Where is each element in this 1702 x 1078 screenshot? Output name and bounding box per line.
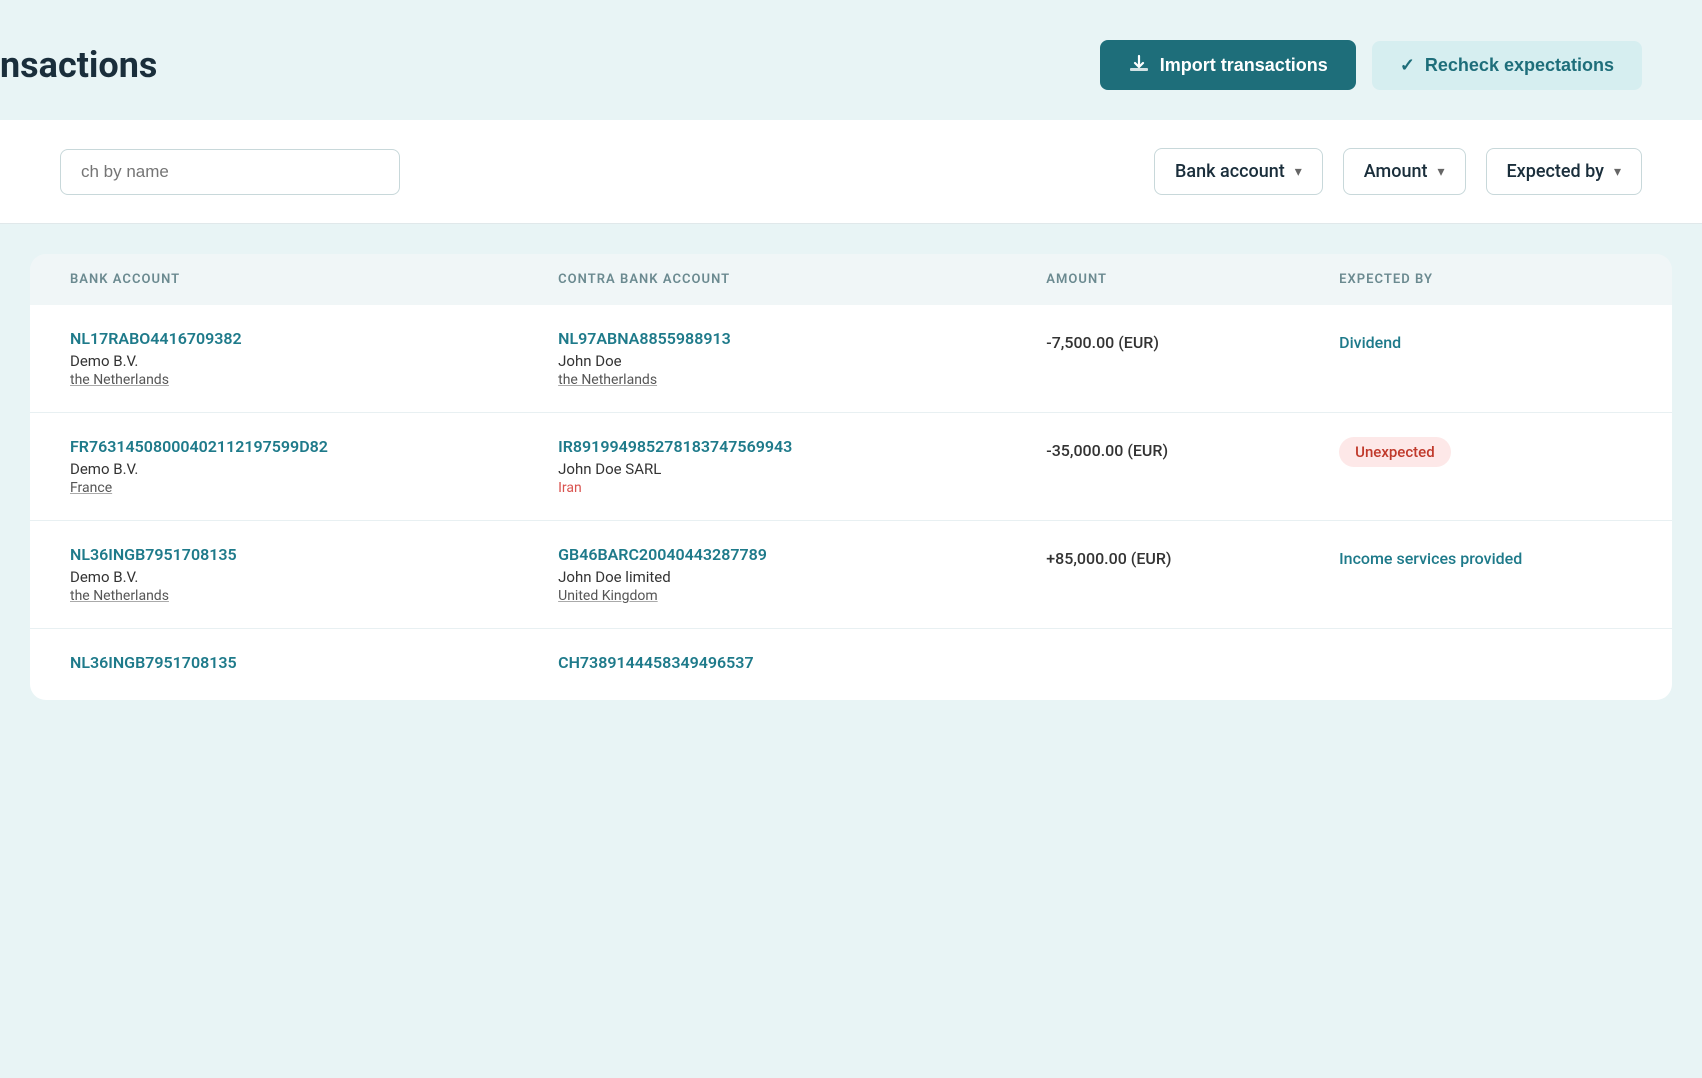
import-icon bbox=[1128, 54, 1150, 76]
amount-cell: -35,000.00 (EUR) bbox=[1046, 437, 1339, 460]
contra-account-link[interactable]: GB46BARC20040443287789 bbox=[558, 545, 1046, 564]
amount-cell: +85,000.00 (EUR) bbox=[1046, 545, 1339, 568]
transactions-table: BANK ACCOUNT CONTRA BANK ACCOUNT AMOUNT … bbox=[30, 254, 1672, 700]
bank-account-link[interactable]: NL17RABO4416709382 bbox=[70, 329, 558, 348]
unexpected-badge: Unexpected bbox=[1339, 437, 1451, 467]
col-contra-bank-account: CONTRA BANK ACCOUNT bbox=[558, 272, 1046, 287]
amount-cell: -7,500.00 (EUR) bbox=[1046, 329, 1339, 352]
bank-account-link[interactable]: NL36INGB7951708135 bbox=[70, 545, 558, 564]
import-transactions-button[interactable]: Import transactions bbox=[1100, 40, 1356, 90]
contra-account-link[interactable]: CH7389144458349496537 bbox=[558, 653, 1046, 672]
page-title: nsactions bbox=[0, 44, 157, 86]
col-amount: AMOUNT bbox=[1046, 272, 1339, 287]
bank-account-name: Demo B.V. bbox=[70, 352, 558, 370]
search-input[interactable] bbox=[60, 149, 400, 195]
contra-account-name: John Doe SARL bbox=[558, 460, 1046, 478]
contra-account-name: John Doe bbox=[558, 352, 1046, 370]
contra-account-cell: NL97ABNA8855988913 John Doe the Netherla… bbox=[558, 329, 1046, 388]
contra-account-name: John Doe limited bbox=[558, 568, 1046, 586]
chevron-down-icon: ▾ bbox=[1614, 164, 1621, 180]
col-bank-account: BANK ACCOUNT bbox=[70, 272, 558, 287]
header-section: nsactions Import transactions ✓ Recheck … bbox=[0, 0, 1702, 120]
expected-by-filter[interactable]: Expected by ▾ bbox=[1486, 148, 1643, 195]
bank-account-cell: FR7631450800040211219759​9D82 Demo B.V. … bbox=[70, 437, 558, 496]
check-icon: ✓ bbox=[1400, 55, 1415, 76]
bank-account-name: Demo B.V. bbox=[70, 460, 558, 478]
expected-by-cell[interactable]: Dividend bbox=[1339, 329, 1632, 352]
col-expected-by: EXPECTED BY bbox=[1339, 272, 1632, 287]
bank-account-cell: NL36INGB7951708135 bbox=[70, 653, 558, 676]
bank-account-cell: NL17RABO4416709382 Demo B.V. the Netherl… bbox=[70, 329, 558, 388]
expected-by-cell: Unexpected bbox=[1339, 437, 1632, 467]
table-row: NL36INGB7951708135 CH7389144458349496537 bbox=[30, 629, 1672, 700]
contra-account-country: United Kingdom bbox=[558, 588, 1046, 604]
bank-account-cell: NL36INGB7951708135 Demo B.V. the Netherl… bbox=[70, 545, 558, 604]
contra-account-cell: GB46BARC20040443287789 John Doe limited … bbox=[558, 545, 1046, 604]
contra-account-cell: CH7389144458349496537 bbox=[558, 653, 1046, 676]
table-row: NL17RABO4416709382 Demo B.V. the Netherl… bbox=[30, 305, 1672, 413]
bank-account-country: France bbox=[70, 480, 558, 496]
contra-account-link[interactable]: NL97ABNA8855988913 bbox=[558, 329, 1046, 348]
amount-cell bbox=[1046, 653, 1339, 657]
amount-filter[interactable]: Amount ▾ bbox=[1343, 148, 1466, 195]
contra-account-cell: IR891994985278183747569943 John Doe SARL… bbox=[558, 437, 1046, 496]
table-row: FR7631450800040211219759​9D82 Demo B.V. … bbox=[30, 413, 1672, 521]
table-row: NL36INGB7951708135 Demo B.V. the Netherl… bbox=[30, 521, 1672, 629]
bank-account-name: Demo B.V. bbox=[70, 568, 558, 586]
bank-account-filter[interactable]: Bank account ▾ bbox=[1154, 148, 1323, 195]
contra-account-country-highlight: Iran bbox=[558, 480, 1046, 496]
page-container: nsactions Import transactions ✓ Recheck … bbox=[0, 0, 1702, 1078]
expected-by-cell[interactable]: Income services provided bbox=[1339, 545, 1632, 568]
filter-section: Bank account ▾ Amount ▾ Expected by ▾ bbox=[0, 120, 1702, 224]
chevron-down-icon: ▾ bbox=[1295, 164, 1302, 180]
bank-account-link[interactable]: FR7631450800040211219759​9D82 bbox=[70, 437, 558, 456]
bank-account-country: the Netherlands bbox=[70, 588, 558, 604]
bank-account-country: the Netherlands bbox=[70, 372, 558, 388]
recheck-expectations-button[interactable]: ✓ Recheck expectations bbox=[1372, 41, 1642, 90]
contra-account-link[interactable]: IR891994985278183747569943 bbox=[558, 437, 1046, 456]
expected-by-cell bbox=[1339, 653, 1632, 657]
table-header: BANK ACCOUNT CONTRA BANK ACCOUNT AMOUNT … bbox=[30, 254, 1672, 305]
header-actions: Import transactions ✓ Recheck expectatio… bbox=[1100, 40, 1642, 90]
chevron-down-icon: ▾ bbox=[1437, 164, 1444, 180]
bank-account-link[interactable]: NL36INGB7951708135 bbox=[70, 653, 558, 672]
contra-account-country: the Netherlands bbox=[558, 372, 1046, 388]
